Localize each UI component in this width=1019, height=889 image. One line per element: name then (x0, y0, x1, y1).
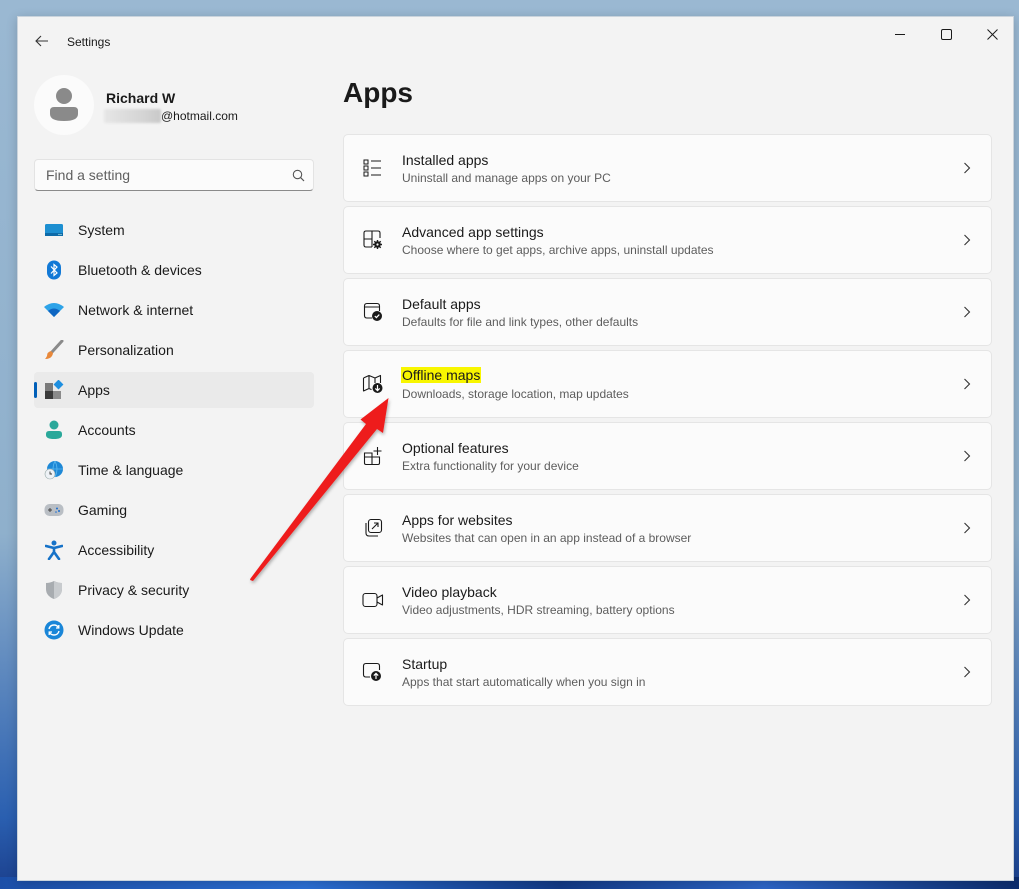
card-offline-maps[interactable]: Offline maps Downloads, storage location… (343, 350, 992, 418)
sidebar-item-personalization[interactable]: Personalization (34, 332, 314, 368)
add-grid-icon (344, 446, 402, 466)
card-default-apps[interactable]: Default apps Defaults for file and link … (343, 278, 992, 346)
user-email: @hotmail.com (104, 109, 238, 123)
card-advanced-app-settings[interactable]: Advanced app settings Choose where to ge… (343, 206, 992, 274)
card-apps-for-websites[interactable]: Apps for websites Websites that can open… (343, 494, 992, 562)
card-description: Extra functionality for your device (402, 458, 579, 473)
card-installed-apps[interactable]: Installed apps Uninstall and manage apps… (343, 134, 992, 202)
sidebar-item-label: Accessibility (78, 542, 155, 558)
card-description: Choose where to get apps, archive apps, … (402, 242, 714, 257)
card-title: Advanced app settings (402, 223, 544, 240)
sidebar-item-label: Windows Update (78, 622, 184, 638)
card-title: Startup (402, 655, 448, 672)
chevron-right-icon (943, 522, 991, 534)
title-bar: Settings (18, 17, 1013, 65)
chevron-right-icon (943, 666, 991, 678)
card-title: Optional features (402, 439, 509, 456)
sidebar-item-gaming[interactable]: Gaming (34, 492, 314, 528)
sidebar-item-label: Personalization (78, 342, 174, 358)
sidebar-item-time-language[interactable]: Time & language (34, 452, 314, 488)
apps-settings-list: Installed apps Uninstall and manage apps… (343, 134, 992, 710)
app-settings-icon (344, 230, 402, 250)
accessibility-icon (44, 540, 64, 560)
card-startup[interactable]: Startup Apps that start automatically wh… (343, 638, 992, 706)
chevron-right-icon (943, 234, 991, 246)
sidebar-item-label: Network & internet (78, 302, 194, 318)
sidebar-item-label: Apps (78, 382, 110, 398)
close-icon (986, 28, 998, 40)
search-icon[interactable] (283, 169, 313, 182)
card-title: Installed apps (402, 151, 489, 168)
card-video-playback[interactable]: Video playback Video adjustments, HDR st… (343, 566, 992, 634)
map-download-icon (344, 374, 402, 394)
card-description: Apps that start automatically when you s… (402, 674, 646, 689)
chevron-right-icon (943, 306, 991, 318)
sidebar-item-bluetooth[interactable]: Bluetooth & devices (34, 252, 314, 288)
page-title: Apps (343, 77, 413, 108)
settings-window: Settings Richard W @hotmail.com Find a s… (17, 16, 1014, 881)
card-description: Uninstall and manage apps on your PC (402, 170, 611, 185)
list-icon (344, 159, 402, 177)
card-description: Video adjustments, HDR streaming, batter… (402, 602, 675, 617)
card-title: Video playback (402, 583, 497, 600)
minimize-icon (895, 34, 905, 35)
back-arrow-icon (35, 35, 48, 47)
paintbrush-icon (44, 340, 64, 360)
back-button[interactable] (30, 29, 54, 53)
sidebar-item-label: Gaming (78, 502, 128, 518)
shield-icon (44, 580, 64, 600)
default-apps-icon (344, 302, 402, 322)
sidebar-item-windows-update[interactable]: Windows Update (34, 612, 314, 648)
avatar[interactable] (34, 75, 94, 135)
minimize-button[interactable] (877, 17, 923, 51)
chevron-right-icon (943, 450, 991, 462)
gamepad-icon (44, 500, 64, 520)
search-input[interactable] (35, 167, 283, 183)
sidebar-item-label: Privacy & security (78, 582, 190, 598)
monitor-icon (44, 220, 64, 240)
sidebar-item-accessibility[interactable]: Accessibility (34, 532, 314, 568)
sidebar-item-accounts[interactable]: Accounts (34, 412, 314, 448)
startup-icon (344, 662, 402, 682)
card-description: Defaults for file and link types, other … (402, 314, 639, 329)
chevron-right-icon (943, 594, 991, 606)
sidebar-item-privacy-security[interactable]: Privacy & security (34, 572, 314, 608)
sidebar-nav: System Bluetooth & devices Network & int… (34, 212, 314, 652)
sidebar-item-label: System (78, 222, 125, 238)
user-email-domain: @hotmail.com (161, 109, 238, 123)
sidebar-item-system[interactable]: System (34, 212, 314, 248)
bluetooth-icon (44, 260, 64, 280)
maximize-icon (940, 28, 952, 40)
person-icon (44, 420, 64, 440)
redacted-email-blur (104, 109, 161, 123)
wifi-icon (44, 300, 64, 320)
video-camera-icon (344, 592, 402, 608)
card-title: Apps for websites (402, 511, 513, 528)
card-description: Websites that can open in an app instead… (402, 530, 692, 545)
search-box[interactable] (34, 159, 314, 191)
sidebar-item-network[interactable]: Network & internet (34, 292, 314, 328)
chevron-right-icon (943, 378, 991, 390)
sidebar-item-label: Accounts (78, 422, 136, 438)
close-button[interactable] (969, 17, 1015, 51)
card-title: Default apps (402, 295, 481, 312)
sidebar-item-label: Bluetooth & devices (78, 262, 202, 278)
user-silhouette-icon (50, 88, 78, 121)
maximize-button[interactable] (923, 17, 969, 51)
app-title: Settings (67, 35, 111, 49)
card-description: Downloads, storage location, map updates (402, 387, 629, 401)
sync-icon (44, 620, 64, 640)
card-title-highlighted: Offline maps (401, 367, 482, 383)
chevron-right-icon (943, 162, 991, 174)
sidebar-item-label: Time & language (78, 462, 184, 478)
open-external-icon (344, 518, 402, 538)
globe-clock-icon (44, 460, 64, 480)
user-name: Richard W (106, 90, 176, 106)
card-optional-features[interactable]: Optional features Extra functionality fo… (343, 422, 992, 490)
apps-icon (44, 380, 64, 400)
sidebar-item-apps[interactable]: Apps (34, 372, 314, 408)
